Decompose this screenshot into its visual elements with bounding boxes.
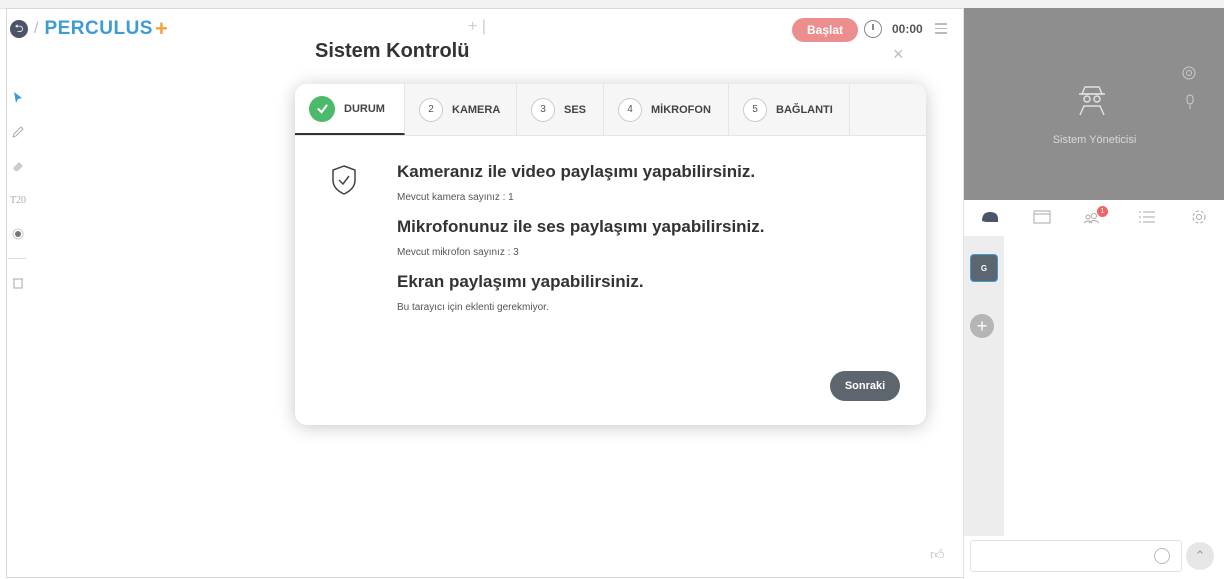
- user-avatar-icon: [1079, 86, 1105, 116]
- logo-slash: /: [34, 20, 39, 37]
- drawing-toolbar: T20: [8, 88, 32, 307]
- tab-baglanti-number: 5: [743, 97, 767, 122]
- logo: ⮌ / PERCULUS +: [10, 16, 168, 42]
- settings-tab-icon[interactable]: [1188, 208, 1210, 226]
- session-timer: 00:00: [892, 22, 923, 36]
- tab-ses-number: 3: [531, 97, 555, 122]
- tab-ses[interactable]: 3 SES: [517, 84, 604, 135]
- toolbar-divider: [8, 258, 26, 259]
- check-icon: [309, 95, 335, 122]
- trash-icon[interactable]: [8, 273, 28, 293]
- brand-plus: +: [154, 16, 168, 41]
- microphone-count: Mevcut mikrofon sayınız : 3: [397, 247, 519, 258]
- group-chat-button[interactable]: G: [970, 254, 998, 282]
- eraser-tool-icon[interactable]: [8, 156, 28, 176]
- tab-mikrofon[interactable]: 4 MİKROFON: [604, 84, 729, 135]
- camera-heading: Kameranız ile video paylaşımı yapabilirs…: [397, 162, 756, 181]
- camera-count: Mevcut kamera sayınız : 1: [397, 192, 514, 203]
- chat-tab-icon[interactable]: [979, 208, 1001, 226]
- shield-check-icon: [332, 165, 356, 195]
- right-panel: Sistem Yöneticisi 1 G + ⌃: [963, 8, 1224, 579]
- tab-kamera-label: KAMERA: [452, 103, 501, 116]
- video-user-name: Sistem Yöneticisi: [1052, 134, 1137, 146]
- screen-share-note: Bu tarayıcı için eklenti gerekmiyor.: [397, 302, 549, 313]
- participants-badge: 1: [1097, 206, 1108, 217]
- camera-settings-icon[interactable]: [1182, 66, 1196, 80]
- thumbs-up-icon[interactable]: 👍︎: [930, 546, 945, 563]
- microphone-icon[interactable]: [1184, 94, 1196, 110]
- brand-name: PERCULUS: [44, 18, 153, 39]
- modal-title: Sistem Kontrolü: [315, 40, 470, 62]
- chat-input[interactable]: [970, 540, 1182, 572]
- add-chat-button[interactable]: +: [970, 314, 994, 338]
- emoji-icon[interactable]: [1154, 548, 1170, 564]
- step-tabs: DURUM 2 KAMERA 3 SES 4 MİKROFON 5 BAĞLAN…: [295, 84, 926, 136]
- start-button[interactable]: Başlat: [792, 18, 858, 42]
- tab-kamera-number: 2: [419, 97, 443, 122]
- tab-ses-label: SES: [564, 103, 587, 116]
- video-area: Sistem Yöneticisi: [964, 8, 1224, 200]
- text-tool-icon[interactable]: T20: [8, 190, 28, 210]
- next-button[interactable]: Sonraki: [830, 371, 900, 401]
- color-picker-icon[interactable]: [8, 224, 28, 244]
- tab-mikrofon-label: MİKROFON: [651, 103, 711, 116]
- pen-tool-icon[interactable]: [8, 122, 28, 142]
- tab-durum[interactable]: DURUM: [295, 84, 405, 135]
- add-page-icon[interactable]: + |: [468, 18, 486, 36]
- tab-mikrofon-number: 4: [618, 97, 642, 122]
- check-results: Kameranız ile video paylaşımı yapabilirs…: [397, 162, 765, 327]
- clock-icon: [864, 20, 882, 38]
- close-icon[interactable]: ×: [893, 44, 904, 65]
- list-tab-icon[interactable]: [1136, 208, 1158, 226]
- menu-icon[interactable]: [935, 20, 947, 37]
- tab-durum-label: DURUM: [344, 102, 385, 115]
- tab-baglanti[interactable]: 5 BAĞLANTI: [729, 84, 850, 135]
- tab-kamera[interactable]: 2 KAMERA: [405, 84, 517, 135]
- panel-tabs: [964, 202, 1224, 232]
- pointer-tool-icon[interactable]: [8, 88, 28, 108]
- send-up-button[interactable]: ⌃: [1186, 542, 1214, 570]
- system-check-modal: DURUM 2 KAMERA 3 SES 4 MİKROFON 5 BAĞLAN…: [295, 84, 926, 425]
- screen-share-heading: Ekran paylaşımı yapabilirsiniz.: [397, 272, 644, 291]
- back-icon[interactable]: ⮌: [10, 20, 28, 38]
- tab-baglanti-label: BAĞLANTI: [776, 103, 833, 116]
- files-tab-icon[interactable]: [1031, 208, 1053, 226]
- microphone-heading: Mikrofonunuz ile ses paylaşımı yapabilir…: [397, 217, 765, 236]
